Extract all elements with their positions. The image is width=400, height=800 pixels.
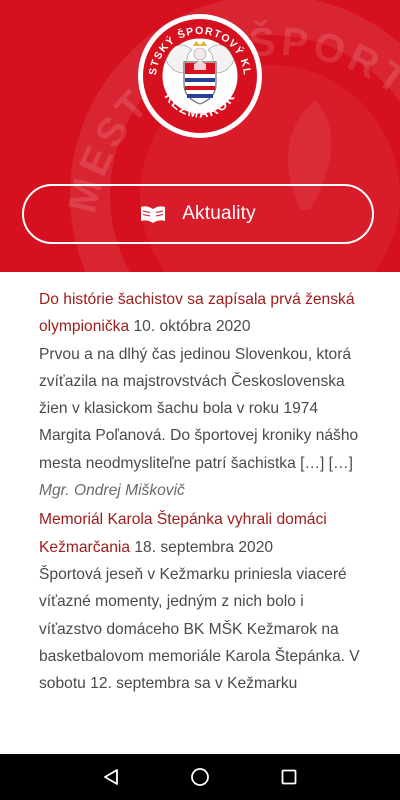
android-navigation-bar <box>0 754 400 800</box>
news-item-author: Mgr. Ondrej Miškovič <box>39 482 185 500</box>
aktuality-menu-label: Aktuality <box>182 203 256 224</box>
news-list: Do histórie šachistov sa zapísala prvá ž… <box>39 286 365 697</box>
news-item-date: 18. septembra 2020 <box>134 538 274 556</box>
hero-banner: MESTSKÝ ŠPORTOVÝ KLUB MESTSKÝ ŠPORTOVÝ K… <box>0 0 400 272</box>
news-item-excerpt: Prvou a na dlhý čas jedinou Slovenkou, k… <box>39 345 359 472</box>
news-item: Memoriál Karola Štepánka vyhrali domáci … <box>39 506 365 697</box>
recents-button[interactable] <box>266 754 312 800</box>
news-item-date: 10. októbra 2020 <box>133 318 251 336</box>
club-logo: MESTSKÝ ŠPORTOVÝ KLUB KEŽMAROK <box>136 12 262 138</box>
back-triangle-icon <box>104 769 118 785</box>
book-icon <box>141 206 166 223</box>
aktuality-menu-button[interactable]: Aktuality <box>22 184 374 244</box>
home-button[interactable] <box>177 754 223 800</box>
news-item-excerpt: Športová jeseň v Kežmarku priniesla viac… <box>39 565 360 693</box>
recents-square-icon <box>281 769 297 785</box>
home-circle-icon <box>191 768 209 786</box>
news-item: Do histórie šachistov sa zapísala prvá ž… <box>39 286 365 504</box>
back-button[interactable] <box>88 754 134 800</box>
